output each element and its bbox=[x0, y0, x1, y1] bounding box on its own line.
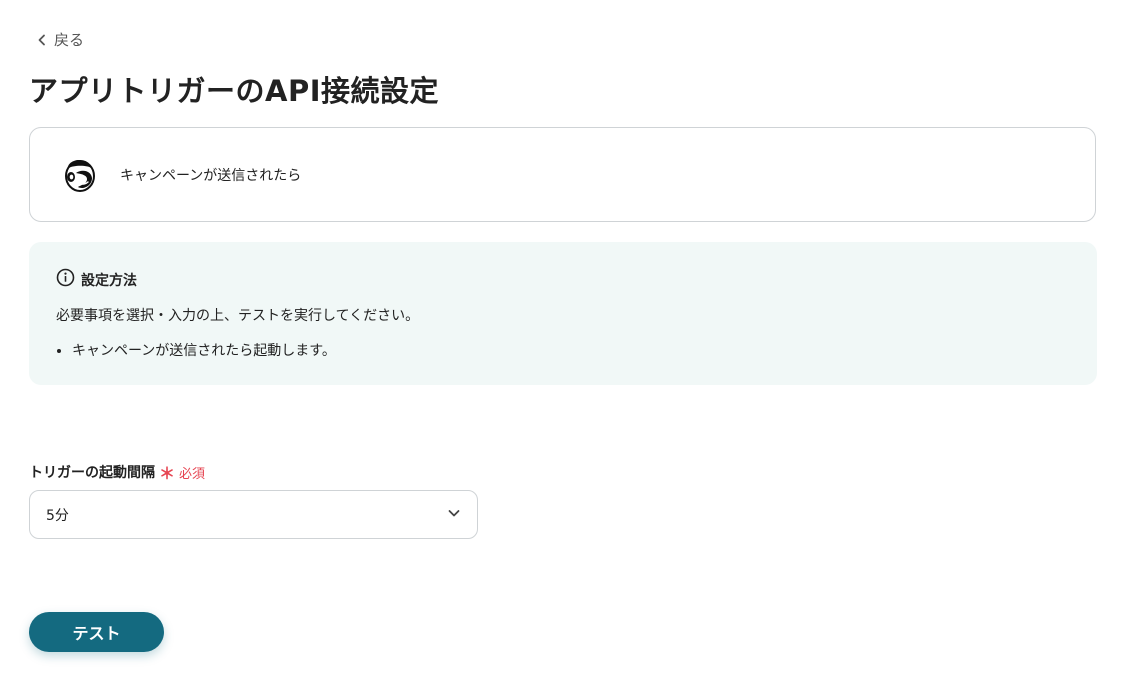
info-heading: 設定方法 bbox=[56, 268, 1070, 291]
mailchimp-logo-icon bbox=[60, 155, 100, 195]
required-asterisk-icon: ＊ bbox=[159, 464, 176, 483]
app-trigger-card: キャンペーンが送信されたら bbox=[29, 127, 1096, 222]
trigger-event-label: キャンペーンが送信されたら bbox=[120, 167, 302, 184]
info-list: キャンペーンが送信されたら起動します。 bbox=[56, 340, 1070, 360]
test-button[interactable]: テスト bbox=[29, 612, 164, 652]
back-link[interactable]: 戻る bbox=[36, 29, 84, 50]
info-circle-icon bbox=[56, 268, 75, 291]
page: 戻る アプリトリガーのAPI接続設定 キャンペーンが送信されたら 設定方法 必要… bbox=[0, 0, 1130, 689]
interval-field-label: トリガーの起動間隔 bbox=[29, 465, 155, 481]
back-label: 戻る bbox=[54, 31, 85, 49]
info-heading-text: 設定方法 bbox=[81, 272, 137, 289]
page-title: アプリトリガーのAPI接続設定 bbox=[29, 74, 439, 108]
interval-select[interactable]: 5分 bbox=[29, 490, 478, 539]
list-item: キャンペーンが送信されたら起動します。 bbox=[72, 340, 1070, 360]
required-badge: 必須 bbox=[179, 466, 206, 482]
info-description: 必要事項を選択・入力の上、テストを実行してください。 bbox=[56, 308, 420, 324]
setup-info-box: 設定方法 必要事項を選択・入力の上、テストを実行してください。 キャンペーンが送… bbox=[29, 242, 1097, 385]
interval-field-label-row: トリガーの起動間隔 ＊ 必須 bbox=[29, 460, 205, 484]
chevron-left-icon bbox=[36, 34, 48, 46]
chevron-down-icon bbox=[447, 505, 461, 524]
interval-select-value: 5分 bbox=[46, 507, 69, 524]
